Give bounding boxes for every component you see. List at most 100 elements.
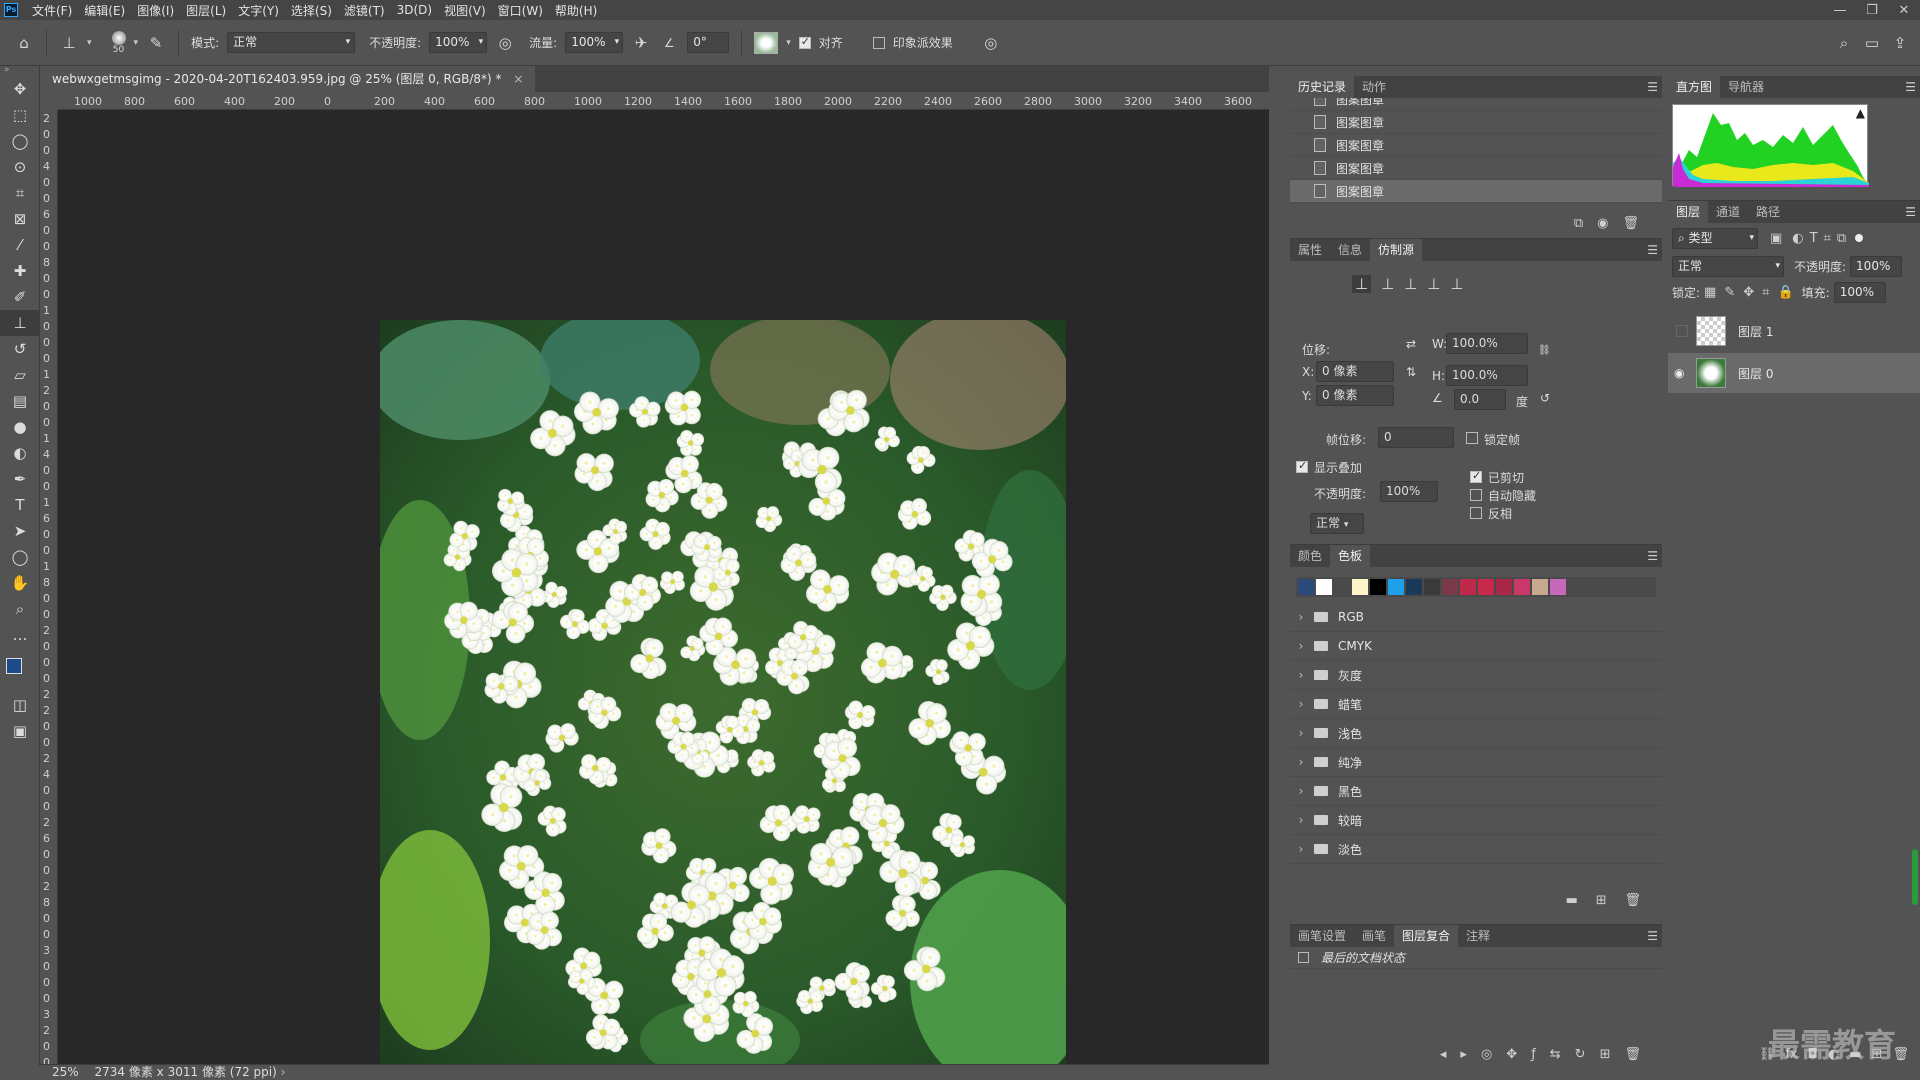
tab-properties[interactable]: 属性: [1290, 239, 1330, 261]
tab-histogram[interactable]: 直方图: [1668, 76, 1721, 98]
tab-layer-comps[interactable]: 图层复合: [1394, 925, 1459, 947]
y-offset-input[interactable]: 0 像素: [1316, 385, 1394, 406]
quick-select-tool-icon[interactable]: ⊙: [0, 154, 40, 180]
close-tab-icon[interactable]: ×: [513, 72, 523, 86]
filter-pixel-icon[interactable]: ▣: [1770, 231, 1782, 246]
swatch-folder[interactable]: › 黑色: [1290, 777, 1662, 806]
pressure-opacity-icon[interactable]: ◎: [495, 33, 515, 53]
color-swatch[interactable]: [1496, 579, 1512, 595]
tab-channels[interactable]: 通道: [1708, 201, 1748, 223]
new-document-from-state-icon[interactable]: ⧉: [1574, 216, 1583, 231]
quick-mask-icon[interactable]: ◫: [0, 692, 40, 718]
scrollbar-indicator[interactable]: [1912, 849, 1918, 905]
more-tools-icon[interactable]: …: [0, 622, 40, 648]
panel-menu-icon[interactable]: ☰: [1647, 80, 1658, 94]
impressionist-checkbox[interactable]: [872, 36, 885, 49]
color-swatch[interactable]: [1352, 579, 1368, 595]
color-swatch[interactable]: [1514, 579, 1530, 595]
snapshot-icon[interactable]: ◉: [1597, 216, 1608, 231]
document-info[interactable]: 2734 像素 x 3011 像素 (72 ppi): [95, 1065, 277, 1079]
gradient-tool-icon[interactable]: ▤: [0, 388, 40, 414]
close-window-button[interactable]: ✕: [1888, 3, 1920, 18]
new-comp-icon[interactable]: ⊞: [1600, 1047, 1611, 1062]
swatch-folder[interactable]: › 灰度: [1290, 661, 1662, 690]
tab-brush-settings[interactable]: 画笔设置: [1290, 925, 1354, 947]
panel-menu-icon[interactable]: ☰: [1647, 549, 1658, 563]
healing-brush-tool-icon[interactable]: ✚: [0, 258, 40, 284]
history-row[interactable]: 图案图章: [1290, 98, 1662, 111]
menu-window[interactable]: 窗口(W): [492, 2, 549, 19]
lasso-tool-icon[interactable]: ◯: [0, 128, 40, 154]
document-image[interactable]: [380, 320, 1066, 1065]
panel-menu-icon[interactable]: ☰: [1905, 205, 1916, 219]
clone-source-3-icon[interactable]: ⊥: [1404, 275, 1417, 293]
document-tab[interactable]: webwxgetmsgimg - 2020-04-20T162403.959.j…: [40, 66, 536, 92]
filter-smart-object-icon[interactable]: ⧉: [1837, 231, 1846, 246]
rotation-input[interactable]: 0.0: [1454, 389, 1506, 410]
aligned-checkbox[interactable]: [798, 35, 811, 49]
chevron-down-icon[interactable]: ▾: [134, 38, 139, 48]
clone-source-5-icon[interactable]: ⊥: [1450, 275, 1463, 293]
fx-icon[interactable]: ƒ: [1531, 1047, 1536, 1062]
flip-vertical-icon[interactable]: ⇅: [1406, 365, 1416, 379]
swatch-folder[interactable]: › 纯净: [1290, 748, 1662, 777]
flow-input[interactable]: 100% ▾: [565, 32, 624, 53]
opacity-input[interactable]: 100% ▾: [429, 32, 488, 53]
tab-swatches[interactable]: 色板: [1330, 545, 1371, 567]
trash-icon[interactable]: 🗑: [1624, 893, 1641, 908]
minimize-button[interactable]: —: [1824, 3, 1856, 18]
tab-layers[interactable]: 图层: [1668, 201, 1709, 223]
chevron-right-icon[interactable]: ›: [281, 1065, 286, 1079]
color-swatch[interactable]: [1532, 579, 1548, 595]
crop-tool-icon[interactable]: ⌗: [0, 180, 40, 206]
tab-actions[interactable]: 动作: [1354, 76, 1394, 98]
tab-brushes[interactable]: 画笔: [1354, 925, 1394, 947]
home-icon[interactable]: ⌂: [14, 33, 34, 53]
eraser-tool-icon[interactable]: ▱: [0, 362, 40, 388]
clone-source-4-icon[interactable]: ⊥: [1427, 275, 1440, 293]
show-overlay-checkbox[interactable]: [1296, 459, 1308, 473]
frame-offset-input[interactable]: 0: [1378, 427, 1454, 448]
clone-source-2-icon[interactable]: ⊥: [1381, 275, 1394, 293]
zoom-tool-icon[interactable]: ⌕: [0, 596, 40, 622]
zoom-level[interactable]: 25%: [52, 1065, 79, 1079]
pattern-picker[interactable]: [754, 31, 779, 54]
reset-transform-icon[interactable]: ↺: [1540, 391, 1550, 405]
menu-edit[interactable]: 编辑(E): [78, 2, 131, 19]
chevron-down-icon[interactable]: ▾: [786, 38, 791, 48]
panel-menu-icon[interactable]: ☰: [1647, 243, 1658, 257]
refresh-icon[interactable]: ↻: [1575, 1047, 1586, 1062]
history-row-current[interactable]: 图案图章: [1290, 180, 1662, 203]
swatch-folder[interactable]: › 较暗: [1290, 806, 1662, 835]
height-scale-input[interactable]: 100.0%: [1446, 365, 1528, 386]
filter-toggle[interactable]: [1855, 234, 1864, 242]
menu-select[interactable]: 选择(S): [285, 2, 338, 19]
layer-row-1[interactable]: 图层 1: [1668, 311, 1920, 351]
width-scale-input[interactable]: 100.0%: [1446, 333, 1528, 354]
filter-type-icon[interactable]: T: [1810, 231, 1818, 246]
flip-icon[interactable]: ⇄: [1406, 337, 1416, 351]
history-brush-tool-icon[interactable]: ↺: [0, 336, 40, 362]
menu-help[interactable]: 帮助(H): [549, 2, 603, 19]
color-swatch[interactable]: [1370, 579, 1386, 595]
layer-filter-select[interactable]: ⌕ 类型 ▾: [1672, 227, 1758, 249]
next-comp-icon[interactable]: ▸: [1460, 1047, 1467, 1062]
blur-tool-icon[interactable]: ●: [0, 414, 40, 440]
brush-tool-icon[interactable]: ✐: [0, 284, 40, 310]
workspace-icon[interactable]: ▭: [1862, 33, 1882, 53]
tab-clone-source[interactable]: 仿制源: [1370, 239, 1423, 261]
path-select-tool-icon[interactable]: ➤: [0, 518, 40, 544]
fill-input[interactable]: 100%: [1833, 281, 1886, 303]
menu-type[interactable]: 文字(Y): [232, 2, 285, 19]
visibility-off-icon[interactable]: [1676, 325, 1688, 337]
trash-icon[interactable]: 🗑: [1622, 216, 1639, 231]
overlay-opacity-input[interactable]: 100%: [1380, 481, 1438, 502]
position-icon[interactable]: ✥: [1506, 1047, 1517, 1062]
brush-preset-picker[interactable]: 50: [111, 30, 126, 55]
history-row[interactable]: 图案图章: [1290, 157, 1662, 180]
tab-info[interactable]: 信息: [1330, 239, 1370, 261]
overlay-mode-select[interactable]: 正常 ▾: [1310, 513, 1364, 534]
menu-file[interactable]: 文件(F): [26, 2, 78, 19]
clone-stamp-tool-icon[interactable]: ⊥: [0, 310, 40, 336]
hand-tool-icon[interactable]: ✋: [0, 570, 40, 596]
